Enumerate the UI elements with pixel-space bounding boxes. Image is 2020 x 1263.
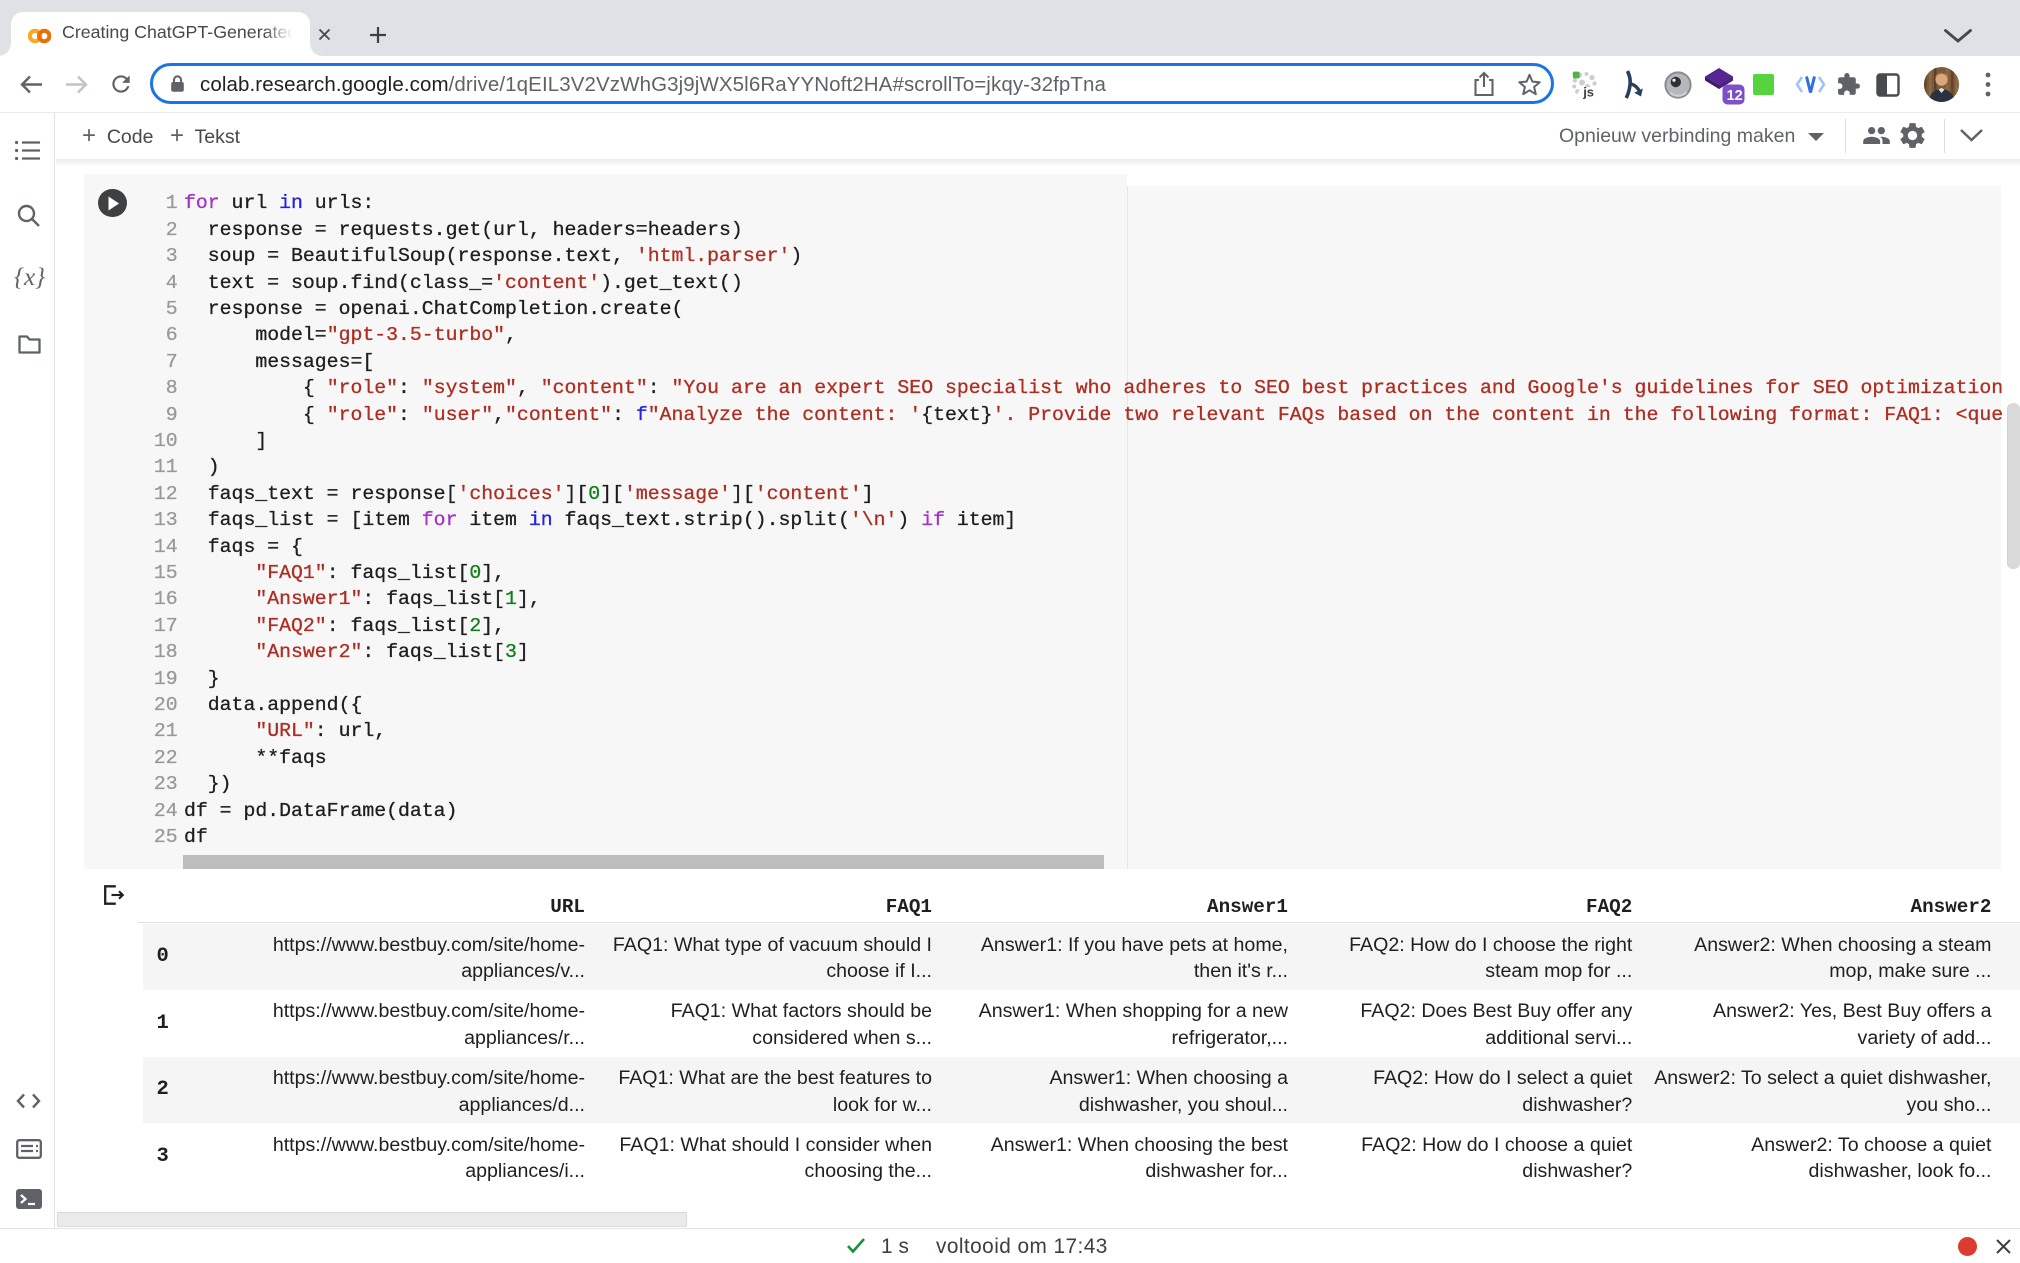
svg-text:12: 12: [1727, 88, 1743, 104]
svg-text:js: js: [1582, 85, 1594, 100]
